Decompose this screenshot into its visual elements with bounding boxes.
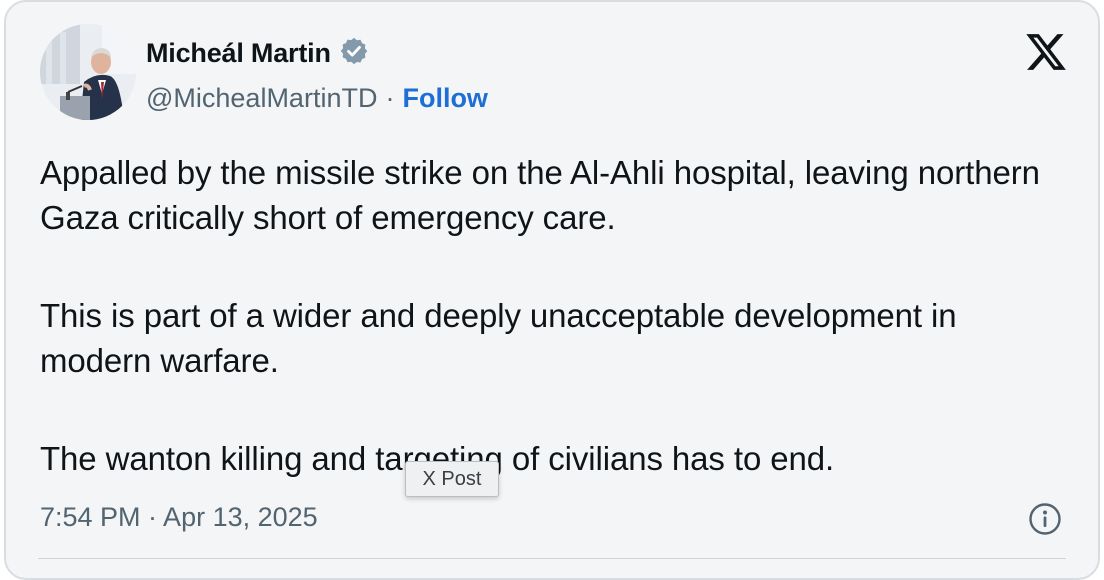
author-name-row: Micheál Martin [146, 34, 369, 72]
author-handle-row: @MichealMartinTD · Follow [146, 80, 488, 116]
follow-button[interactable]: Follow [402, 83, 487, 114]
author-name[interactable]: Micheál Martin [146, 38, 331, 69]
post-paragraph: Appalled by the missile strike on the Al… [40, 154, 1040, 236]
post-text: Appalled by the missile strike on the Al… [40, 150, 1070, 481]
info-icon[interactable] [1028, 502, 1062, 536]
verified-badge-icon [339, 36, 369, 71]
separator-dot: · [385, 82, 395, 113]
post-paragraph: This is part of a wider and deeply unacc… [40, 297, 957, 379]
avatar[interactable] [40, 24, 136, 120]
author-handle[interactable]: @MichealMartinTD [146, 83, 377, 114]
divider [38, 558, 1066, 559]
embedded-post-card: Micheál Martin @MichealMartinTD · Follow… [4, 0, 1100, 580]
post-timestamp[interactable]: 7:54 PM · Apr 13, 2025 [40, 502, 318, 533]
post-paragraph: The wanton killing and targeting of civi… [40, 440, 835, 477]
x-logo-icon[interactable] [1024, 30, 1068, 74]
tooltip: X Post [405, 461, 499, 497]
